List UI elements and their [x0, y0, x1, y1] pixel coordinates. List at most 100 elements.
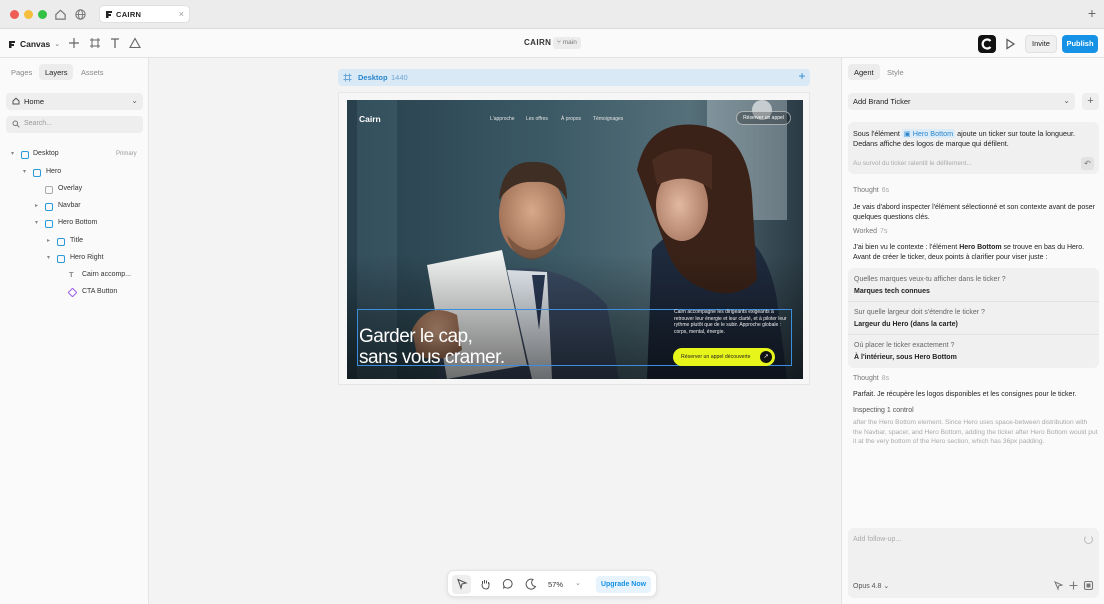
text-tool-icon[interactable] [109, 37, 121, 49]
frame-header[interactable]: Desktop 1440 + [338, 69, 810, 86]
chevron-right-icon: ▸ [47, 238, 51, 244]
layer-row[interactable]: ▸ Navbar [0, 202, 149, 214]
layer-row[interactable]: ▾ Desktop Primary [0, 150, 149, 162]
layer-row[interactable]: ▾ Hero Bottom [0, 219, 149, 231]
layer-row[interactable]: ▸ Title [0, 237, 149, 249]
question-text: Sur quelle largeur doit s'étendre le tic… [854, 309, 985, 316]
model-select[interactable]: Opus 4.8 ⌄ [853, 582, 889, 590]
invite-button[interactable]: Invite [1025, 35, 1057, 53]
divider [848, 301, 1099, 302]
user-message-text: Sous l'élément ▣ Hero Bottom ajoute un t… [853, 129, 1083, 149]
text-icon: T [69, 270, 74, 279]
hero-reserve-button[interactable]: Réserver un appel [736, 111, 791, 125]
shape-tool-icon[interactable] [129, 37, 141, 49]
layer-row[interactable]: T Cairn accomp... [0, 270, 149, 283]
add-icon[interactable] [68, 37, 80, 49]
tab-assets[interactable]: Assets [81, 68, 104, 77]
stop-icon[interactable] [1083, 580, 1094, 591]
thought-label-text: Thought [853, 375, 879, 382]
follow-up-composer[interactable]: Add follow-up... Opus 4.8 ⌄ [848, 528, 1099, 598]
hand-icon[interactable] [479, 578, 491, 590]
maximize-window-button[interactable] [38, 10, 47, 19]
tab-pages[interactable]: Pages [11, 68, 32, 77]
publish-button[interactable]: Publish [1062, 35, 1098, 53]
minimize-window-button[interactable] [24, 10, 33, 19]
window-titlebar: CAIRN × + [0, 0, 1104, 29]
worked-label-text: Worked [853, 228, 877, 235]
new-task-button[interactable]: + [1082, 93, 1099, 110]
add-frame-icon[interactable]: + [796, 70, 808, 83]
design-canvas[interactable]: Desktop 1440 + Cairn L'approche Les offr… [149, 58, 841, 604]
worked-label[interactable]: Worked 7s [853, 228, 887, 235]
app-logo-icon [9, 40, 15, 48]
play-icon[interactable] [1003, 37, 1017, 51]
layer-name: Hero Bottom [58, 219, 98, 226]
clarifying-questions: Quelles marques veux-tu afficher dans le… [848, 268, 1099, 368]
canvas-tools-bar: 57% ⌄ Upgrade Now [447, 570, 657, 597]
task-select-value: Add Brand Ticker [853, 97, 911, 106]
frame-icon [33, 169, 41, 177]
branch-badge[interactable]: ⑂ main [553, 37, 581, 49]
branch-name: main [562, 39, 577, 46]
hero-nav-link[interactable]: Les offres [526, 116, 548, 122]
desktop-frame[interactable]: Cairn L'approche Les offres À propos Tém… [338, 92, 810, 385]
hero-nav-link[interactable]: À propos [561, 116, 581, 122]
answer-text[interactable]: À l'intérieur, sous Hero Bottom [854, 354, 957, 361]
follow-up-input[interactable]: Add follow-up... [853, 536, 901, 543]
chevron-down-icon: ⌄ [131, 96, 138, 105]
chevron-down-icon: ▾ [23, 169, 27, 175]
hero-section[interactable]: Cairn L'approche Les offres À propos Tém… [347, 100, 803, 379]
thought-text: Je vais d'abord inspecter l'élément séle… [853, 204, 1095, 221]
left-panel: Pages Layers Assets Home ⌄ Search... ▾ D… [0, 58, 149, 604]
layer-row[interactable]: Overlay [0, 185, 149, 197]
close-tab-icon[interactable]: × [179, 9, 184, 19]
hero-headline-line: Garder le cap, [359, 326, 473, 347]
user-message: Sous l'élément ▣ Hero Bottom ajoute un t… [848, 122, 1099, 174]
frame-icon [45, 220, 53, 228]
home-icon[interactable] [54, 8, 67, 21]
thought-label[interactable]: Thought 6s [853, 187, 889, 194]
hero-nav-link[interactable]: L'approche [490, 116, 515, 122]
task-select[interactable]: Add Brand Ticker ⌄ [848, 93, 1075, 110]
thought-duration: 8s [881, 375, 890, 382]
tab-layers[interactable]: Layers [45, 68, 68, 77]
chevron-down-icon: ▾ [47, 255, 51, 261]
cursor-icon[interactable] [1053, 580, 1064, 591]
element-chip-label: Hero Bottom [912, 129, 954, 138]
answer-text[interactable]: Marques tech connues [854, 288, 930, 295]
layer-row[interactable]: ▾ Hero Right [0, 254, 149, 266]
rectangle-icon [45, 186, 53, 194]
globe-icon[interactable] [74, 8, 87, 21]
browser-tab[interactable]: CAIRN × [99, 5, 190, 23]
zoom-level[interactable]: 57% [548, 580, 563, 589]
upgrade-button[interactable]: Upgrade Now [596, 576, 651, 593]
moon-icon[interactable] [525, 578, 537, 590]
layer-row[interactable]: ▾ Hero [0, 168, 149, 180]
hero-cta-button[interactable]: Réserver un appel découverte ↗ [673, 348, 775, 366]
agent-logo-button[interactable] [978, 35, 996, 53]
tool-status[interactable]: Inspecting 1 control [853, 406, 1098, 416]
frame-icon [45, 203, 53, 211]
agent-logo-icon [981, 38, 992, 50]
chevron-down-icon[interactable]: ⌄ [575, 579, 581, 587]
undo-icon[interactable]: ↶ [1081, 157, 1094, 170]
tab-agent[interactable]: Agent [854, 68, 874, 77]
add-icon[interactable] [1068, 580, 1079, 591]
thought-duration: 6s [881, 187, 890, 194]
answer-text[interactable]: Largeur du Hero (dans la carte) [854, 321, 958, 328]
page-select[interactable]: Home ⌄ [6, 93, 143, 110]
canvas-menu[interactable]: Canvas ⌄ [8, 36, 60, 52]
layer-search-input[interactable]: Search... [6, 116, 143, 133]
layer-row[interactable]: CTA Button [0, 287, 149, 300]
cursor-icon[interactable] [456, 578, 468, 590]
agent-panel: Agent Style Add Brand Ticker ⌄ + Sous l'… [841, 58, 1104, 604]
tab-style[interactable]: Style [887, 68, 904, 77]
worked-duration: 7s [880, 228, 888, 235]
comment-icon[interactable] [502, 578, 514, 590]
new-tab-button[interactable]: + [1088, 5, 1096, 21]
element-chip[interactable]: ▣ Hero Bottom [901, 129, 956, 138]
close-window-button[interactable] [10, 10, 19, 19]
hero-nav-link[interactable]: Témoignages [593, 116, 623, 122]
thought-label[interactable]: Thought 8s [853, 375, 889, 382]
frame-tool-icon[interactable] [89, 37, 101, 49]
